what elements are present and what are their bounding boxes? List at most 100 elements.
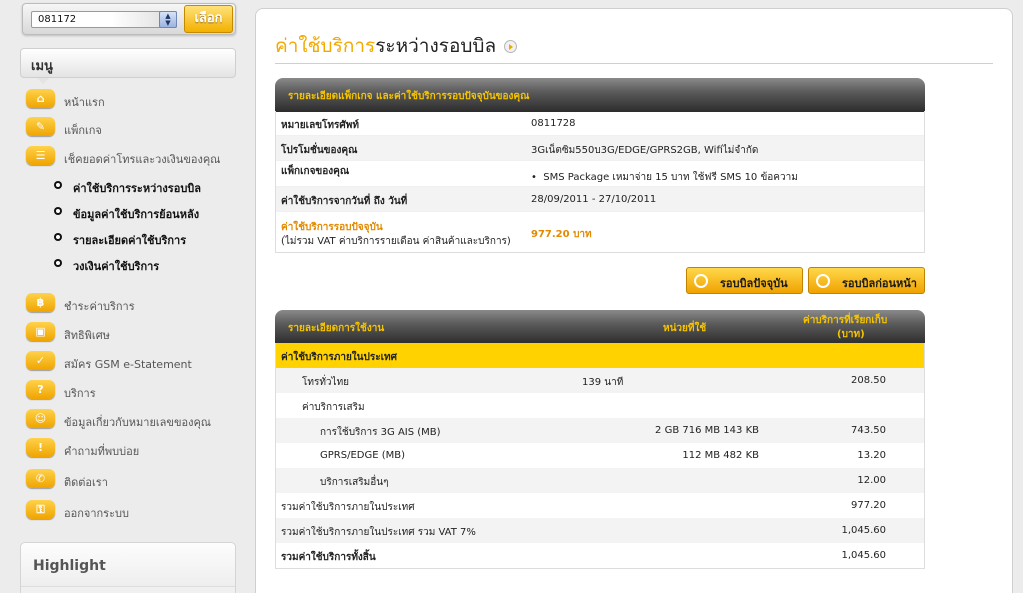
submenu-label: วงเงินค่าใช้บริการ — [73, 260, 160, 273]
menu-item-label: ออกจากระบบ — [64, 507, 129, 520]
service-icon: ? — [26, 380, 55, 399]
bill-icon — [694, 274, 708, 288]
submenu-label: ค่าใช้บริการระหว่างรอบบิล — [73, 182, 202, 195]
menu-item-contact[interactable]: ✆ ติดต่อเรา — [26, 469, 236, 491]
menu-item-services[interactable]: ? บริการ — [26, 380, 236, 402]
bullet-icon — [54, 207, 62, 215]
promotion-value: 3Gเน็ตซิม550บ3G/EDGE/GPRS2GB, Wifiไม่จำก… — [531, 145, 759, 156]
spinner-arrows-icon[interactable]: ▲ ▼ — [159, 11, 177, 28]
menu-item-package[interactable]: ✎ แพ็กเกจ — [26, 117, 236, 139]
estatement-icon: ✓ — [26, 351, 55, 370]
faq-icon: ! — [26, 438, 55, 457]
previous-bill-label: รอบบิลก่อนหน้า — [842, 277, 917, 290]
row-charge: 12.00 — [857, 475, 886, 486]
menu-item-estatement[interactable]: ✓ สมัคร GSM e-Statement — [26, 351, 236, 373]
bill-icon — [816, 274, 830, 288]
package-value-text: SMS Package เหมาจ่าย 15 บาท ใช้ฟรี SMS 1… — [543, 172, 798, 183]
row-charge: 743.50 — [851, 425, 886, 436]
main-panel: ค่าใช้บริการระหว่างรอบบิล รายละเอียดแพ็ก… — [255, 8, 1013, 593]
table-row: รวมค่าใช้บริการภายในประเทศ รวม VAT 7% 1,… — [276, 518, 924, 543]
package-row-promotion: โปรโมชั่นของคุณ 3Gเน็ตซิม550บ3G/EDGE/GPR… — [276, 136, 924, 161]
package-section-title: รายละเอียดแพ็กเกจ และค่าใช้บริการรอบปัจจ… — [288, 91, 530, 102]
highlight-banner-strip — [21, 586, 235, 593]
row-description: รวมค่าใช้บริการภายในประเทศ รวม VAT 7% — [281, 527, 476, 538]
usage-col-charge-unit: (บาท) — [837, 329, 865, 340]
menu-item-label: บริการ — [64, 387, 96, 400]
bullet-icon — [54, 259, 62, 267]
row-charge: 208.50 — [851, 375, 886, 386]
row-units: 112 MB 482 KB — [682, 450, 759, 461]
row-description: รวมค่าใช้บริการทั้งสิ้น — [281, 552, 376, 563]
usage-col-units: หน่วยที่ใช้ — [663, 323, 707, 334]
row-description: บริการเสริมอื่นๆ — [320, 477, 389, 488]
package-row-current-charge: ค่าใช้บริการรอบปัจจุบัน (ไม่รวม VAT ค่าบ… — [276, 212, 924, 252]
row-description: รวมค่าใช้บริการภายในประเทศ — [281, 502, 415, 513]
package-label: แพ็กเกจของคุณ — [281, 166, 350, 177]
current-bill-button[interactable]: รอบบิลปัจจุบัน — [686, 267, 803, 294]
package-section-header: รายละเอียดแพ็กเกจ และค่าใช้บริการรอบปัจจ… — [275, 78, 925, 112]
menu-item-label: เช็คยอดค่าโทรและวงเงินของคุณ — [64, 153, 221, 166]
current-charge-value: 977.20 บาท — [531, 229, 592, 240]
table-row: การใช้บริการ 3G AIS (MB) 2 GB 716 MB 143… — [276, 418, 924, 443]
menu-item-label: สมัคร GSM e-Statement — [64, 358, 192, 371]
row-description: ค่าบริการเสริม — [302, 402, 365, 413]
current-charge-label: ค่าใช้บริการรอบปัจจุบัน — [281, 222, 383, 233]
arrow-right-icon — [504, 40, 518, 53]
row-charge: 977.20 — [851, 500, 886, 511]
menu-item-label: ติดต่อเรา — [64, 476, 108, 489]
row-charge: 1,045.60 — [841, 550, 886, 561]
highlight-title: Highlight — [33, 558, 106, 574]
page-title: ค่าใช้บริการระหว่างรอบบิล — [275, 31, 518, 61]
menu-title: เมนู — [31, 59, 53, 74]
page-title-part2: ระหว่างรอบบิล — [375, 35, 497, 57]
menu-item-number-info[interactable]: ☺ ข้อมูลเกี่ยวกับหมายเลขของคุณ — [26, 409, 236, 431]
row-description: ค่าใช้บริการภายในประเทศ — [281, 352, 397, 363]
menu-item-payment[interactable]: ฿ ชำระค่าบริการ — [26, 293, 236, 315]
page-title-part1: ค่าใช้บริการ — [275, 35, 376, 57]
highlight-panel: Highlight — [20, 542, 236, 593]
bullet-icon — [54, 233, 62, 241]
current-bill-label: รอบบิลปัจจุบัน — [720, 277, 788, 290]
usage-col-description: รายละเอียดการใช้งาน — [288, 323, 385, 334]
current-charge-note: (ไม่รวม VAT ค่าบริการรายเดือน ค่าสินค้าแ… — [281, 236, 511, 247]
payment-icon: ฿ — [26, 293, 55, 312]
menu-header: เมนู — [20, 48, 236, 84]
submenu-label: รายละเอียดค่าใช้บริการ — [73, 234, 187, 247]
table-row: รวมค่าใช้บริการภายในประเทศ 977.20 — [276, 493, 924, 518]
usage-section-header: รายละเอียดการใช้งาน หน่วยที่ใช้ ค่าบริกา… — [275, 310, 925, 344]
menu-item-privileges[interactable]: ▣ สิทธิพิเศษ — [26, 322, 236, 344]
usage-table: ค่าใช้บริการภายในประเทศ โทรทั่วไทย 139 น… — [275, 343, 925, 569]
menu-item-label: สิทธิพิเศษ — [64, 329, 110, 342]
title-divider — [275, 63, 993, 64]
package-row-package: แพ็กเกจของคุณ • SMS Package เหมาจ่าย 15 … — [276, 161, 924, 187]
menu-item-label: คำถามที่พบบ่อย — [64, 445, 140, 458]
usage-col-charge: ค่าบริการที่เรียกเก็บ — [803, 315, 888, 326]
menu-item-label: หน้าแรก — [64, 96, 105, 109]
previous-bill-button[interactable]: รอบบิลก่อนหน้า — [808, 267, 925, 294]
table-row: โทรทั่วไทย 139 นาที 208.50 — [276, 368, 924, 393]
menu-item-label: แพ็กเกจ — [64, 124, 102, 137]
package-table: หมายเลขโทรศัพท์ 0811728 โปรโมชั่นของคุณ … — [275, 111, 925, 253]
number-selector-box: 081172 ▲ ▼ เลือก — [22, 3, 236, 35]
phone-number-value: 081172 — [38, 14, 77, 25]
menu-item-label: ข้อมูลเกี่ยวกับหมายเลขของคุณ — [64, 416, 212, 429]
menu-item-faq[interactable]: ! คำถามที่พบบ่อย — [26, 438, 236, 460]
submenu-label: ข้อมูลค่าใช้บริการย้อนหลัง — [73, 208, 200, 221]
phone-icon: ✆ — [26, 469, 55, 488]
menu-item-home[interactable]: ⌂ หน้าแรก — [26, 89, 236, 111]
phone-number-select[interactable]: 081172 ▲ ▼ — [31, 11, 177, 28]
promotion-label: โปรโมชั่นของคุณ — [281, 145, 358, 156]
table-row: GPRS/EDGE (MB) 112 MB 482 KB 13.20 — [276, 443, 924, 468]
package-icon: ✎ — [26, 117, 55, 136]
menu-item-check-balance[interactable]: ☰ เช็คยอดค่าโทรและวงเงินของคุณ — [26, 146, 236, 168]
period-value: 28/09/2011 - 27/10/2011 — [531, 194, 657, 205]
select-number-button[interactable]: เลือก — [184, 5, 233, 33]
table-row: บริการเสริมอื่นๆ 12.00 — [276, 468, 924, 493]
package-row-period: ค่าใช้บริการจากวันที่ ถึง วันที่ 28/09/2… — [276, 187, 924, 212]
package-value: • SMS Package เหมาจ่าย 15 บาท ใช้ฟรี SMS… — [531, 172, 798, 183]
menu-item-logout[interactable]: ⚿ ออกจากระบบ — [26, 500, 236, 522]
phone-label: หมายเลขโทรศัพท์ — [281, 120, 359, 131]
row-description: โทรทั่วไทย — [302, 377, 350, 388]
row-description: การใช้บริการ 3G AIS (MB) — [320, 427, 441, 438]
row-description: GPRS/EDGE (MB) — [320, 450, 405, 461]
